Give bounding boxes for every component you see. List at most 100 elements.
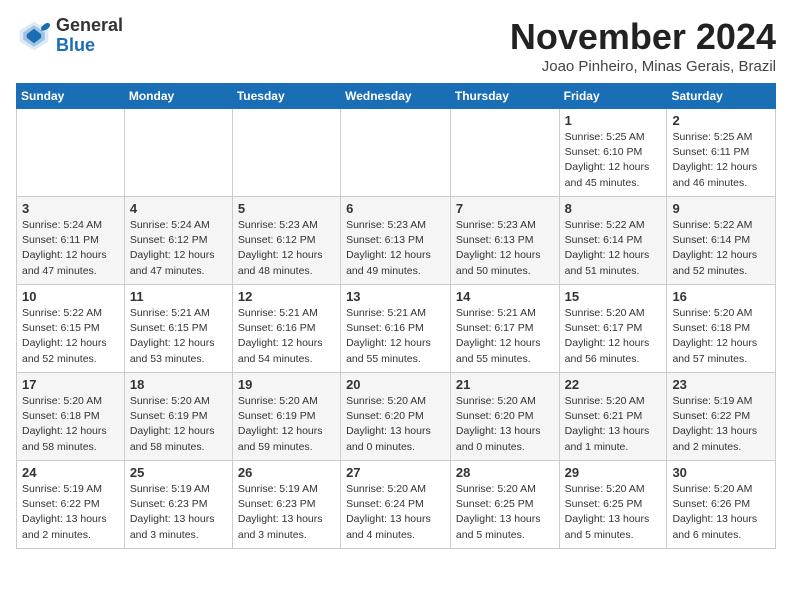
day-number: 13: [346, 289, 445, 304]
weekday-header-cell: Friday: [559, 84, 667, 109]
calendar-week-row: 10Sunrise: 5:22 AM Sunset: 6:15 PM Dayli…: [17, 285, 776, 373]
day-info: Sunrise: 5:23 AM Sunset: 6:13 PM Dayligh…: [456, 218, 554, 279]
calendar-day-cell: 6Sunrise: 5:23 AM Sunset: 6:13 PM Daylig…: [341, 197, 451, 285]
day-number: 15: [565, 289, 662, 304]
calendar-day-cell: 22 Sunrise: 5:20 AM Sunset: 6:21 PM Dayli…: [559, 373, 667, 461]
day-info: Sunrise: 5:21 AM Sunset: 6:15 PM Dayligh…: [130, 306, 227, 367]
calendar-week-row: 17Sunrise: 5:20 AM Sunset: 6:18 PM Dayli…: [17, 373, 776, 461]
calendar-day-cell: 10Sunrise: 5:22 AM Sunset: 6:15 PM Dayli…: [17, 285, 125, 373]
weekday-header-cell: Saturday: [667, 84, 776, 109]
day-info: Sunrise: 5:24 AM Sunset: 6:12 PM Dayligh…: [130, 218, 227, 279]
day-number: 4: [130, 201, 227, 216]
calendar-day-cell: 14 Sunrise: 5:21 AM Sunset: 6:17 PM Dayli…: [450, 285, 559, 373]
weekday-header-row: SundayMondayTuesdayWednesdayThursdayFrid…: [17, 84, 776, 109]
day-info: Sunrise: 5:21 AM Sunset: 6:16 PM Dayligh…: [238, 306, 335, 367]
calendar-day-cell: 13 Sunrise: 5:21 AM Sunset: 6:16 PM Dayli…: [341, 285, 451, 373]
day-info: Sunrise: 5:20 AM Sunset: 6:19 PM Dayligh…: [130, 394, 227, 455]
day-info: Sunrise: 5:22 AM Sunset: 6:14 PM Dayligh…: [565, 218, 662, 279]
weekday-header-cell: Wednesday: [341, 84, 451, 109]
calendar-day-cell: 23 Sunrise: 5:19 AM Sunset: 6:22 PM Dayli…: [667, 373, 776, 461]
day-info: Sunrise: 5:21 AM Sunset: 6:17 PM Dayligh…: [456, 306, 554, 367]
day-info: Sunrise: 5:20 AM Sunset: 6:20 PM Dayligh…: [346, 394, 445, 455]
day-number: 25: [130, 465, 227, 480]
calendar-day-cell: 24 Sunrise: 5:19 AM Sunset: 6:22 PM Dayli…: [17, 461, 125, 549]
calendar-day-cell: 20 Sunrise: 5:20 AM Sunset: 6:20 PM Dayli…: [341, 373, 451, 461]
location: Joao Pinheiro, Minas Gerais, Brazil: [510, 58, 776, 75]
day-info: Sunrise: 5:20 AM Sunset: 6:20 PM Dayligh…: [456, 394, 554, 455]
weekday-header-cell: Thursday: [450, 84, 559, 109]
calendar-week-row: 3 Sunrise: 5:24 AM Sunset: 6:11 PM Daylig…: [17, 197, 776, 285]
calendar-day-cell: [124, 109, 232, 197]
calendar-day-cell: 12 Sunrise: 5:21 AM Sunset: 6:16 PM Dayli…: [232, 285, 340, 373]
calendar-table: SundayMondayTuesdayWednesdayThursdayFrid…: [16, 83, 776, 549]
day-number: 30: [672, 465, 770, 480]
calendar-day-cell: 19 Sunrise: 5:20 AM Sunset: 6:19 PM Dayli…: [232, 373, 340, 461]
calendar-day-cell: 16 Sunrise: 5:20 AM Sunset: 6:18 PM Dayli…: [667, 285, 776, 373]
day-number: 14: [456, 289, 554, 304]
calendar-day-cell: 11Sunrise: 5:21 AM Sunset: 6:15 PM Dayli…: [124, 285, 232, 373]
day-number: 20: [346, 377, 445, 392]
day-info: Sunrise: 5:20 AM Sunset: 6:25 PM Dayligh…: [565, 482, 662, 543]
day-number: 22: [565, 377, 662, 392]
day-info: Sunrise: 5:20 AM Sunset: 6:25 PM Dayligh…: [456, 482, 554, 543]
day-number: 3: [22, 201, 119, 216]
day-info: Sunrise: 5:23 AM Sunset: 6:12 PM Dayligh…: [238, 218, 335, 279]
calendar-day-cell: 2 Sunrise: 5:25 AM Sunset: 6:11 PM Daylig…: [667, 109, 776, 197]
calendar-day-cell: 18 Sunrise: 5:20 AM Sunset: 6:19 PM Dayli…: [124, 373, 232, 461]
day-info: Sunrise: 5:20 AM Sunset: 6:17 PM Dayligh…: [565, 306, 662, 367]
calendar-day-cell: 4 Sunrise: 5:24 AM Sunset: 6:12 PM Daylig…: [124, 197, 232, 285]
day-number: 19: [238, 377, 335, 392]
day-info: Sunrise: 5:22 AM Sunset: 6:14 PM Dayligh…: [672, 218, 770, 279]
day-info: Sunrise: 5:19 AM Sunset: 6:22 PM Dayligh…: [672, 394, 770, 455]
logo-icon: [16, 18, 52, 54]
calendar-day-cell: 15 Sunrise: 5:20 AM Sunset: 6:17 PM Dayli…: [559, 285, 667, 373]
calendar-day-cell: [450, 109, 559, 197]
day-info: Sunrise: 5:20 AM Sunset: 6:18 PM Dayligh…: [672, 306, 770, 367]
day-info: Sunrise: 5:19 AM Sunset: 6:23 PM Dayligh…: [238, 482, 335, 543]
calendar-day-cell: 5 Sunrise: 5:23 AM Sunset: 6:12 PM Daylig…: [232, 197, 340, 285]
day-number: 29: [565, 465, 662, 480]
day-info: Sunrise: 5:20 AM Sunset: 6:21 PM Dayligh…: [565, 394, 662, 455]
day-number: 21: [456, 377, 554, 392]
day-number: 26: [238, 465, 335, 480]
day-number: 12: [238, 289, 335, 304]
title-block: November 2024 Joao Pinheiro, Minas Gerai…: [510, 16, 776, 75]
day-info: Sunrise: 5:24 AM Sunset: 6:11 PM Dayligh…: [22, 218, 119, 279]
day-number: 23: [672, 377, 770, 392]
calendar-day-cell: 30 Sunrise: 5:20 AM Sunset: 6:26 PM Dayli…: [667, 461, 776, 549]
day-info: Sunrise: 5:25 AM Sunset: 6:10 PM Dayligh…: [565, 130, 662, 191]
day-info: Sunrise: 5:21 AM Sunset: 6:16 PM Dayligh…: [346, 306, 445, 367]
logo: General Blue: [16, 16, 123, 56]
calendar-day-cell: [232, 109, 340, 197]
day-number: 7: [456, 201, 554, 216]
day-number: 8: [565, 201, 662, 216]
day-number: 27: [346, 465, 445, 480]
calendar-day-cell: 26 Sunrise: 5:19 AM Sunset: 6:23 PM Dayli…: [232, 461, 340, 549]
day-info: Sunrise: 5:19 AM Sunset: 6:23 PM Dayligh…: [130, 482, 227, 543]
page-header: General Blue November 2024 Joao Pinheiro…: [16, 16, 776, 75]
day-number: 9: [672, 201, 770, 216]
day-number: 28: [456, 465, 554, 480]
day-number: 18: [130, 377, 227, 392]
day-info: Sunrise: 5:22 AM Sunset: 6:15 PM Dayligh…: [22, 306, 119, 367]
logo-blue: Blue: [56, 36, 123, 56]
calendar-week-row: 24 Sunrise: 5:19 AM Sunset: 6:22 PM Dayli…: [17, 461, 776, 549]
day-info: Sunrise: 5:25 AM Sunset: 6:11 PM Dayligh…: [672, 130, 770, 191]
day-info: Sunrise: 5:19 AM Sunset: 6:22 PM Dayligh…: [22, 482, 119, 543]
calendar-day-cell: 17Sunrise: 5:20 AM Sunset: 6:18 PM Dayli…: [17, 373, 125, 461]
day-number: 2: [672, 113, 770, 128]
calendar-day-cell: 21 Sunrise: 5:20 AM Sunset: 6:20 PM Dayli…: [450, 373, 559, 461]
calendar-day-cell: [17, 109, 125, 197]
weekday-header-cell: Monday: [124, 84, 232, 109]
day-info: Sunrise: 5:20 AM Sunset: 6:26 PM Dayligh…: [672, 482, 770, 543]
day-number: 24: [22, 465, 119, 480]
day-info: Sunrise: 5:20 AM Sunset: 6:19 PM Dayligh…: [238, 394, 335, 455]
calendar-day-cell: 25 Sunrise: 5:19 AM Sunset: 6:23 PM Dayli…: [124, 461, 232, 549]
month-title: November 2024: [510, 16, 776, 58]
calendar-body: 1Sunrise: 5:25 AM Sunset: 6:10 PM Daylig…: [17, 109, 776, 549]
day-number: 5: [238, 201, 335, 216]
calendar-day-cell: 27Sunrise: 5:20 AM Sunset: 6:24 PM Dayli…: [341, 461, 451, 549]
calendar-day-cell: 9 Sunrise: 5:22 AM Sunset: 6:14 PM Daylig…: [667, 197, 776, 285]
calendar-day-cell: 1Sunrise: 5:25 AM Sunset: 6:10 PM Daylig…: [559, 109, 667, 197]
day-number: 16: [672, 289, 770, 304]
